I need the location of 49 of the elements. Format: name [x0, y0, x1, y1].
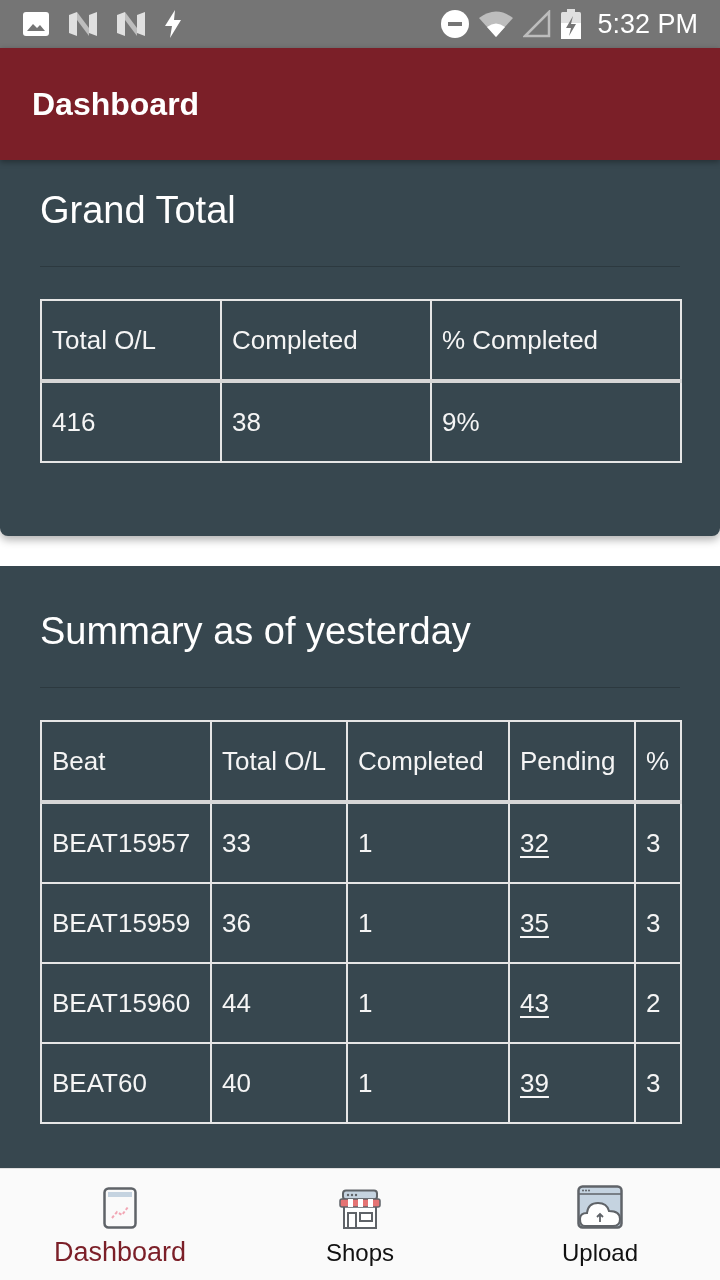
table-header-cell: % Completed — [431, 300, 681, 381]
table-cell: 44 — [211, 963, 347, 1043]
table-cell: 1 — [347, 883, 509, 963]
table-cell: BEAT15959 — [41, 883, 211, 963]
table-header-cell: Pending — [509, 721, 635, 802]
table-cell: BEAT60 — [41, 1043, 211, 1123]
table-cell: 38 — [221, 381, 431, 462]
dashboard-icon — [103, 1187, 137, 1229]
table-cell: 2 — [635, 963, 681, 1043]
card-title: Grand Total — [40, 188, 237, 233]
table-cell: 40 — [211, 1043, 347, 1123]
pending-link[interactable]: 43 — [520, 988, 549, 1018]
table-cell: 1 — [347, 802, 509, 883]
card-title: Summary as of yesterday — [40, 609, 472, 654]
table-cell: 3 — [635, 883, 681, 963]
signal-icon — [523, 10, 552, 38]
pending-link[interactable]: 39 — [520, 1068, 549, 1098]
table-header-cell: % — [635, 721, 681, 802]
table-cell: 36 — [211, 883, 347, 963]
pending-link[interactable]: 35 — [520, 908, 549, 938]
table-cell: BEAT15957 — [41, 802, 211, 883]
table-cell: 3 — [635, 802, 681, 883]
storefront-icon — [339, 1189, 381, 1229]
table-header-cell: Completed — [347, 721, 509, 802]
cloud-upload-icon — [577, 1185, 623, 1229]
nav-tab[interactable]: Shops — [240, 1169, 480, 1280]
table-cell: 9% — [431, 381, 681, 462]
pending-link[interactable]: 32 — [520, 828, 549, 858]
table-cell: 1 — [347, 963, 509, 1043]
status-time: 5:32 PM — [597, 8, 698, 40]
notification-icon — [68, 12, 98, 36]
table-cell: BEAT15960 — [41, 963, 211, 1043]
do-not-disturb-icon — [441, 10, 470, 38]
table-header-cell: Completed — [221, 300, 431, 381]
table-header-cell: Total O/L — [41, 300, 221, 381]
app-bar-title: Dashboard — [32, 85, 200, 123]
nav-tab[interactable]: Upload — [480, 1169, 720, 1280]
notification-icon — [116, 12, 146, 36]
table-header-cell: Total O/L — [211, 721, 347, 802]
table-header-cell: Beat — [41, 721, 211, 802]
nav-tab[interactable]: Dashboard — [0, 1169, 240, 1280]
table-cell: 416 — [41, 381, 221, 462]
table-cell: 33 — [211, 802, 347, 883]
table-cell: 1 — [347, 1043, 509, 1123]
battery-icon — [561, 9, 582, 39]
bolt-icon — [164, 10, 182, 38]
image-icon — [22, 11, 50, 37]
wifi-icon — [479, 11, 514, 37]
table-cell: 3 — [635, 1043, 681, 1123]
